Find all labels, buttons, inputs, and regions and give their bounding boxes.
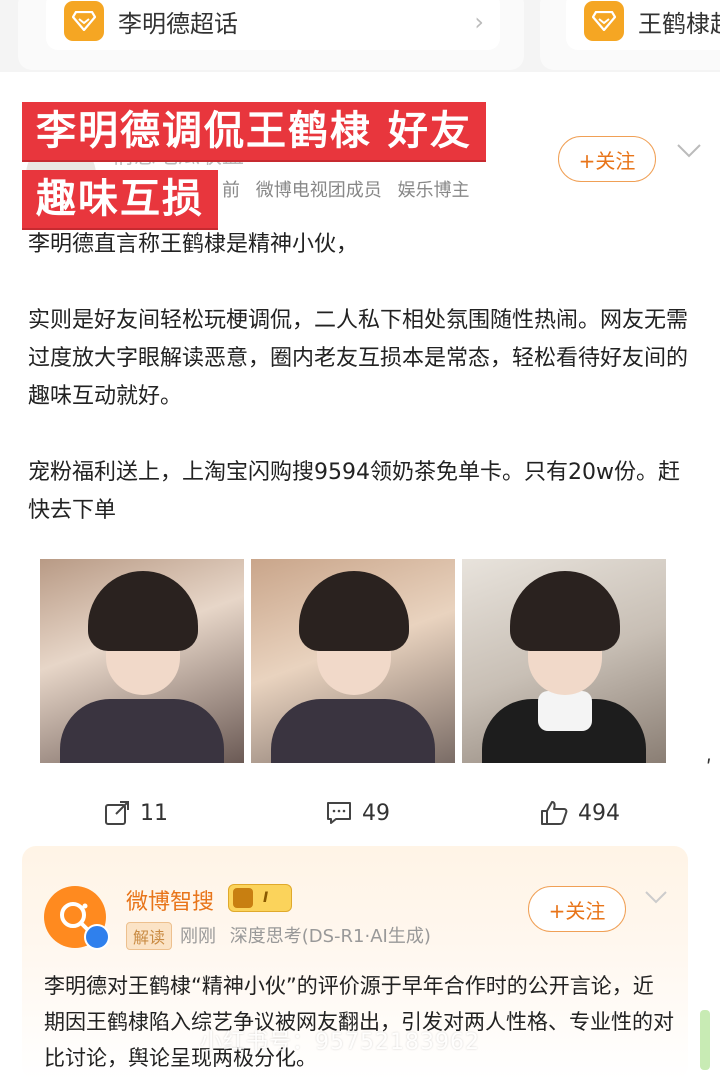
watermark: 小红书号：95752183962	[200, 1030, 480, 1055]
headline-banner-2: 趣味互损	[22, 170, 218, 228]
rank-label: I	[263, 890, 269, 906]
repost-icon	[105, 801, 129, 825]
ai-source: 深度思考(DS-R1·AI生成)	[229, 926, 431, 947]
photo-grid	[40, 559, 666, 763]
interpretation-tag: 解读	[126, 922, 173, 950]
topic-chip-wanghedi[interactable]: 王鹤棣超	[566, 0, 720, 50]
author-title: 娱乐博主	[397, 180, 470, 201]
ai-follow-button[interactable]: +关注	[528, 886, 626, 932]
edge-mark: ʹ	[706, 756, 712, 780]
ai-summary-text: 李明德对王鹤棣“精神小伙”的评价源于早年合作时的公开言论，近期因王鹤棣陷入综艺争…	[44, 974, 674, 1070]
post-action-bar: 11 49 494	[0, 790, 720, 836]
edge-bar	[700, 1010, 710, 1070]
verified-badge-icon	[84, 924, 110, 950]
comment-count: 49	[362, 800, 390, 826]
topic-chip-label: 李明德超话	[118, 9, 238, 38]
thumbs-up-icon	[541, 801, 568, 825]
post-photo[interactable]	[40, 559, 244, 763]
weibo-post: 情感吃瓜联盟 前 微博电视团成员 娱乐博主 李明德调侃王鹤棣 好友 趣味互损 +…	[0, 80, 720, 848]
repost-button[interactable]: 11	[104, 800, 168, 826]
ai-time: 刚刚	[180, 926, 216, 947]
topic-chip-row: 李明德超话 › 王鹤棣超	[0, 0, 720, 72]
crown-icon	[233, 888, 253, 908]
post-body: 李明德直言称王鹤棣是精神小伙， 实则是好友间轻松玩梗调侃，二人私下相处氛围随性热…	[28, 226, 698, 530]
repost-count: 11	[140, 800, 168, 826]
crown-rank-badge: I	[228, 884, 292, 912]
like-count: 494	[578, 800, 620, 826]
more-chevron-icon[interactable]	[676, 136, 702, 166]
post-meta: 前 微博电视团成员 娱乐博主	[222, 176, 479, 202]
author-badge: 微博电视团成员	[255, 180, 382, 201]
post-paragraph: 实则是好友间轻松玩梗调侃，二人私下相处氛围随性热闹。网友无需过度放大字眼解读恶意…	[28, 308, 689, 409]
topic-chip-limingde[interactable]: 李明德超话 ›	[46, 0, 500, 50]
follow-button[interactable]: +关注	[558, 136, 656, 182]
chevron-right-icon: ›	[474, 8, 484, 36]
post-photo[interactable]	[251, 559, 455, 763]
comment-icon	[327, 802, 351, 824]
headline-banner: 李明德调侃王鹤棣 好友	[22, 102, 486, 160]
ai-account-name[interactable]: 微博智搜	[126, 884, 214, 916]
diamond-icon	[584, 1, 624, 41]
topic-chip-label: 王鹤棣超	[638, 9, 720, 38]
ai-meta: 刚刚 深度思考(DS-R1·AI生成)	[180, 922, 439, 948]
diamond-icon	[64, 1, 104, 41]
like-button[interactable]: 494	[540, 800, 620, 826]
post-photo[interactable]	[462, 559, 666, 763]
post-paragraph: 李明德直言称王鹤棣是精神小伙，	[28, 232, 359, 257]
post-paragraph: 宠粉福利送上，上淘宝闪购搜9594领奶茶免单卡。只有20w份。赶快去下单	[28, 460, 680, 523]
more-chevron-icon[interactable]	[644, 882, 668, 910]
post-time: 前	[222, 180, 240, 201]
comment-button[interactable]: 49	[326, 800, 390, 826]
